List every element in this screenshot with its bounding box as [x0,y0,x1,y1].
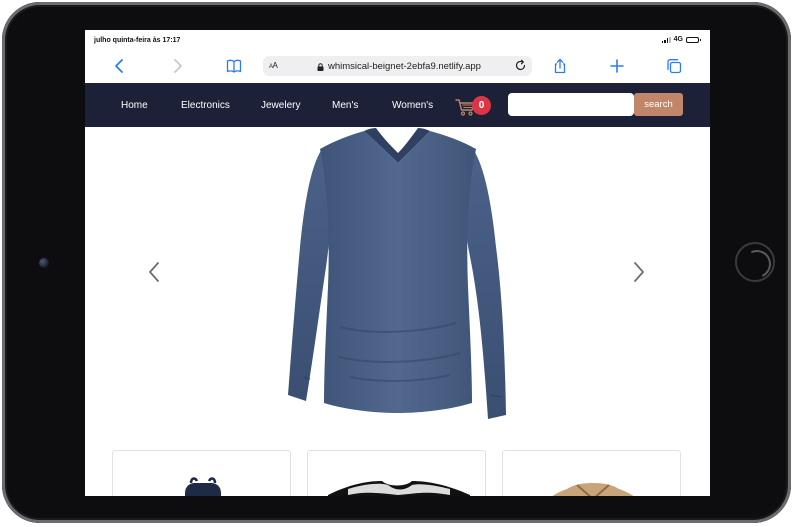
product-carousel [85,127,710,425]
product-grid [85,448,710,496]
lock-icon [317,62,324,71]
camera-icon [39,258,49,268]
chevron-left-icon[interactable] [147,261,161,283]
product-card[interactable] [307,450,486,496]
plus-icon[interactable] [609,58,625,74]
nav-link-womens[interactable]: Women's [392,100,433,111]
cart-count-badge: 0 [472,96,491,115]
tabs-icon[interactable] [666,58,682,74]
share-icon[interactable] [552,58,568,74]
search-button[interactable]: search [634,93,683,116]
network-label: 4G [673,36,683,43]
chevron-right-icon[interactable] [632,261,646,283]
url-display[interactable]: whimsical-beignet-2ebfa9.netlify.app [317,61,481,72]
book-icon[interactable] [226,58,242,74]
chevron-left-icon[interactable] [112,58,128,74]
search-input[interactable] [508,93,634,116]
cart-button[interactable]: 0 [455,93,491,119]
url-text: whimsical-beignet-2ebfa9.netlify.app [328,61,481,72]
site-navbar: Home Electronics Jewelery Men's Women's … [85,83,710,127]
tablet-device: julho quinta-feira às 17:17 4G AAAA [0,0,795,527]
status-indicators: 4G [661,36,701,43]
screen: julho quinta-feira às 17:17 4G AAAA [85,30,710,496]
product-card[interactable] [502,450,681,496]
text-size-button[interactable]: AAAA [269,61,278,70]
product-card[interactable] [112,450,291,496]
product-image [328,481,470,496]
product-image [552,483,634,496]
nav-link-mens[interactable]: Men's [332,100,358,111]
nav-link-home[interactable]: Home [121,100,148,111]
home-button[interactable] [735,242,775,282]
chevron-right-icon[interactable] [169,58,185,74]
reload-icon[interactable] [514,59,527,72]
status-bar: julho quinta-feira às 17:17 4G [85,30,710,50]
nav-link-electronics[interactable]: Electronics [181,100,230,111]
battery-icon [686,36,701,43]
address-bar[interactable]: AAAA whimsical-beignet-2ebfa9.netlify.ap… [263,56,532,76]
carousel-slide-image [288,128,506,419]
status-time: julho quinta-feira às 17:17 [94,37,181,44]
nav-link-jewelery[interactable]: Jewelery [261,100,300,111]
product-image [185,477,221,496]
signal-icon [661,36,671,43]
browser-toolbar: AAAA whimsical-beignet-2ebfa9.netlify.ap… [85,50,710,83]
